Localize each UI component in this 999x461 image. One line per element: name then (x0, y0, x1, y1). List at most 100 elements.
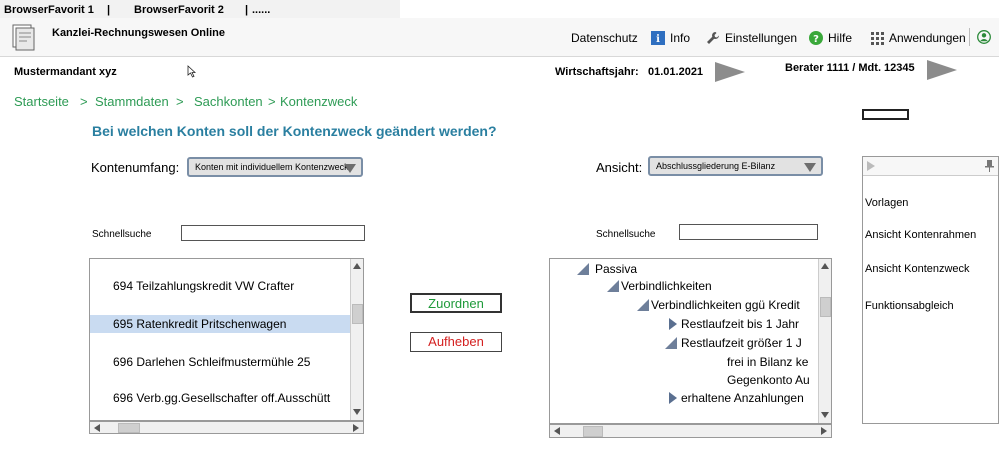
scroll-down-icon[interactable] (353, 409, 361, 415)
tree-node-restlaufzeit-2[interactable]: Restlaufzeit größer 1 J (681, 335, 802, 351)
nav-hilfe[interactable]: ? Hilfe (809, 31, 852, 45)
svg-text:i: i (656, 34, 660, 45)
tree-node-anzahlungen[interactable]: erhaltene Anzahlungen (681, 390, 804, 406)
side-item-ansicht-kontenrahmen[interactable]: Ansicht Kontenrahmen (865, 229, 976, 241)
account-list-vscroll[interactable] (350, 259, 363, 420)
wirtschaftsjahr-label: Wirtschaftsjahr: (555, 66, 639, 78)
side-item-vorlagen[interactable]: Vorlagen (865, 197, 908, 209)
breadcrumb-startseite[interactable]: Startseite (14, 94, 69, 109)
app-header: Kanzlei-Rechnungswesen Online Datenschut… (0, 18, 999, 57)
breadcrumb-stammdaten[interactable]: Stammdaten (95, 94, 169, 109)
chevron-down-icon (344, 164, 356, 173)
schnellsuche-left-input[interactable] (181, 225, 365, 241)
breadcrumb-kontenzweck[interactable]: Kontenzweck (280, 94, 357, 109)
berater-info: Berater 1111 / Mdt. 12345 (785, 62, 915, 74)
breadcrumb-separator: > (176, 94, 184, 109)
scroll-up-icon[interactable] (353, 263, 361, 269)
schnellsuche-right-input[interactable] (679, 224, 818, 240)
user-icon[interactable] (977, 30, 991, 44)
question-heading: Bei welchen Konten soll der Kontenzweck … (92, 123, 497, 139)
breadcrumb-separator: > (268, 94, 276, 109)
nav-info-label: Info (670, 31, 691, 45)
schnellsuche-left-label: Schnellsuche (92, 229, 152, 240)
tree-expanded-icon[interactable] (577, 263, 589, 275)
scroll-thumb[interactable] (352, 304, 363, 324)
tree-expanded-icon[interactable] (607, 280, 619, 292)
scroll-thumb[interactable] (118, 423, 140, 433)
favorite-1[interactable]: BrowserFavorit 1 (4, 4, 94, 16)
ansicht-select[interactable]: Abschlussgliederung E-Bilanz (648, 156, 823, 176)
kontenumfang-label: Kontenumfang: (91, 160, 180, 175)
side-panel-header (863, 157, 998, 176)
scroll-right-icon[interactable] (821, 427, 827, 435)
favorite-separator: | (245, 4, 249, 16)
scroll-thumb[interactable] (820, 297, 831, 317)
list-item-696-darlehen[interactable]: 696 Darlehen Schleifmustermühle 25 (90, 353, 350, 371)
nav-divider (969, 28, 970, 46)
account-tree-vscroll[interactable] (818, 259, 831, 423)
tree-node-verb-kredit[interactable]: Verbindlichkeiten ggü Kredit (651, 297, 800, 313)
nav-einstellungen[interactable]: Einstellungen (706, 31, 797, 45)
scroll-left-icon[interactable] (554, 427, 560, 435)
pin-icon[interactable] (985, 160, 994, 172)
ansicht-value: Abschlussgliederung E-Bilanz (656, 161, 776, 171)
side-panel: Vorlagen Ansicht Kontenrahmen Ansicht Ko… (862, 156, 999, 424)
scroll-down-icon[interactable] (821, 412, 829, 418)
side-item-ansicht-kontenzweck[interactable]: Ansicht Kontenzweck (865, 263, 970, 275)
nav-einstellungen-label: Einstellungen (725, 31, 798, 45)
tree-collapsed-icon[interactable] (669, 318, 677, 330)
apps-grid-icon (871, 31, 884, 45)
tree-node-frei[interactable]: frei in Bilanz ke (727, 354, 808, 370)
zuordnen-button[interactable]: Zuordnen (410, 293, 502, 313)
breadcrumb-sachkonten[interactable]: Sachkonten (194, 94, 263, 109)
favorite-separator: | (107, 4, 111, 16)
nav-anwendungen[interactable]: Anwendungen (871, 31, 966, 45)
wirtschaftsjahr-value: 01.01.2021 (648, 66, 704, 78)
kontenumfang-select[interactable]: Konten mit individuellem Kontenzweck (187, 157, 363, 177)
tree-node-verbindlichkeiten[interactable]: Verbindlichkeiten (621, 278, 712, 294)
help-icon: ? (809, 31, 823, 45)
favorite-3[interactable]: ...... (252, 4, 270, 16)
scroll-right-icon[interactable] (353, 424, 359, 432)
account-list[interactable]: 694 Teilzahlungskredit VW Crafter 695 Ra… (89, 258, 364, 421)
tree-node-gegenkonto[interactable]: Gegenkonto Au (727, 372, 810, 388)
tree-node-passiva[interactable]: Passiva (595, 261, 637, 277)
tree-expanded-icon[interactable] (665, 337, 677, 349)
mandant-name: Mustermandant xyz (14, 66, 117, 78)
scroll-left-icon[interactable] (94, 424, 100, 432)
nav-datenschutz-label: Datenschutz (571, 31, 638, 45)
aufheben-button[interactable]: Aufheben (410, 332, 502, 352)
account-tree[interactable]: Passiva Verbindlichkeiten Verbindlichkei… (549, 258, 832, 424)
tree-node-restlaufzeit-1[interactable]: Restlaufzeit bis 1 Jahr (681, 316, 799, 332)
ansicht-label: Ansicht: (596, 160, 643, 175)
list-item-696-verb[interactable]: 696 Verb.gg.Gesellschafter off.Ausschütt (90, 389, 350, 407)
list-item-694-vw[interactable]: 694 Teilzahlungskredit VW Crafter (90, 277, 350, 295)
tree-collapsed-icon[interactable] (669, 392, 677, 404)
favorite-2[interactable]: BrowserFavorit 2 (134, 4, 224, 16)
breadcrumb-separator: > (80, 94, 88, 109)
nav-anwendungen-label: Anwendungen (889, 31, 966, 45)
play-arrow-icon[interactable] (715, 62, 745, 82)
account-list-hscroll[interactable] (89, 421, 364, 434)
list-item-695-selected[interactable]: 695 Ratenkredit Pritschenwagen (90, 315, 350, 333)
tree-expanded-icon[interactable] (637, 299, 649, 311)
scroll-thumb[interactable] (583, 426, 603, 437)
svg-text:?: ? (813, 34, 819, 45)
move-cursor-icon (187, 65, 197, 78)
schnellsuche-right-label: Schnellsuche (596, 229, 656, 240)
small-frame[interactable] (862, 109, 909, 120)
kontenumfang-value: Konten mit individuellem Kontenzweck (195, 162, 349, 172)
play-icon[interactable] (867, 161, 875, 171)
play-arrow-icon[interactable] (927, 60, 957, 80)
app-title: Kanzlei-Rechnungswesen Online (52, 27, 225, 39)
nav-info[interactable]: i Info (651, 31, 690, 45)
account-tree-hscroll[interactable] (549, 424, 832, 438)
wrench-icon (707, 32, 719, 44)
side-item-funktionsabgleich[interactable]: Funktionsabgleich (865, 300, 954, 312)
favorites-bar: BrowserFavorit 1 | BrowserFavorit 2 | ..… (0, 0, 400, 18)
nav-hilfe-label: Hilfe (828, 31, 853, 45)
scroll-up-icon[interactable] (821, 263, 829, 269)
info-icon: i (651, 31, 665, 45)
nav-datenschutz[interactable]: Datenschutz (571, 31, 638, 45)
chevron-down-icon (804, 163, 816, 172)
